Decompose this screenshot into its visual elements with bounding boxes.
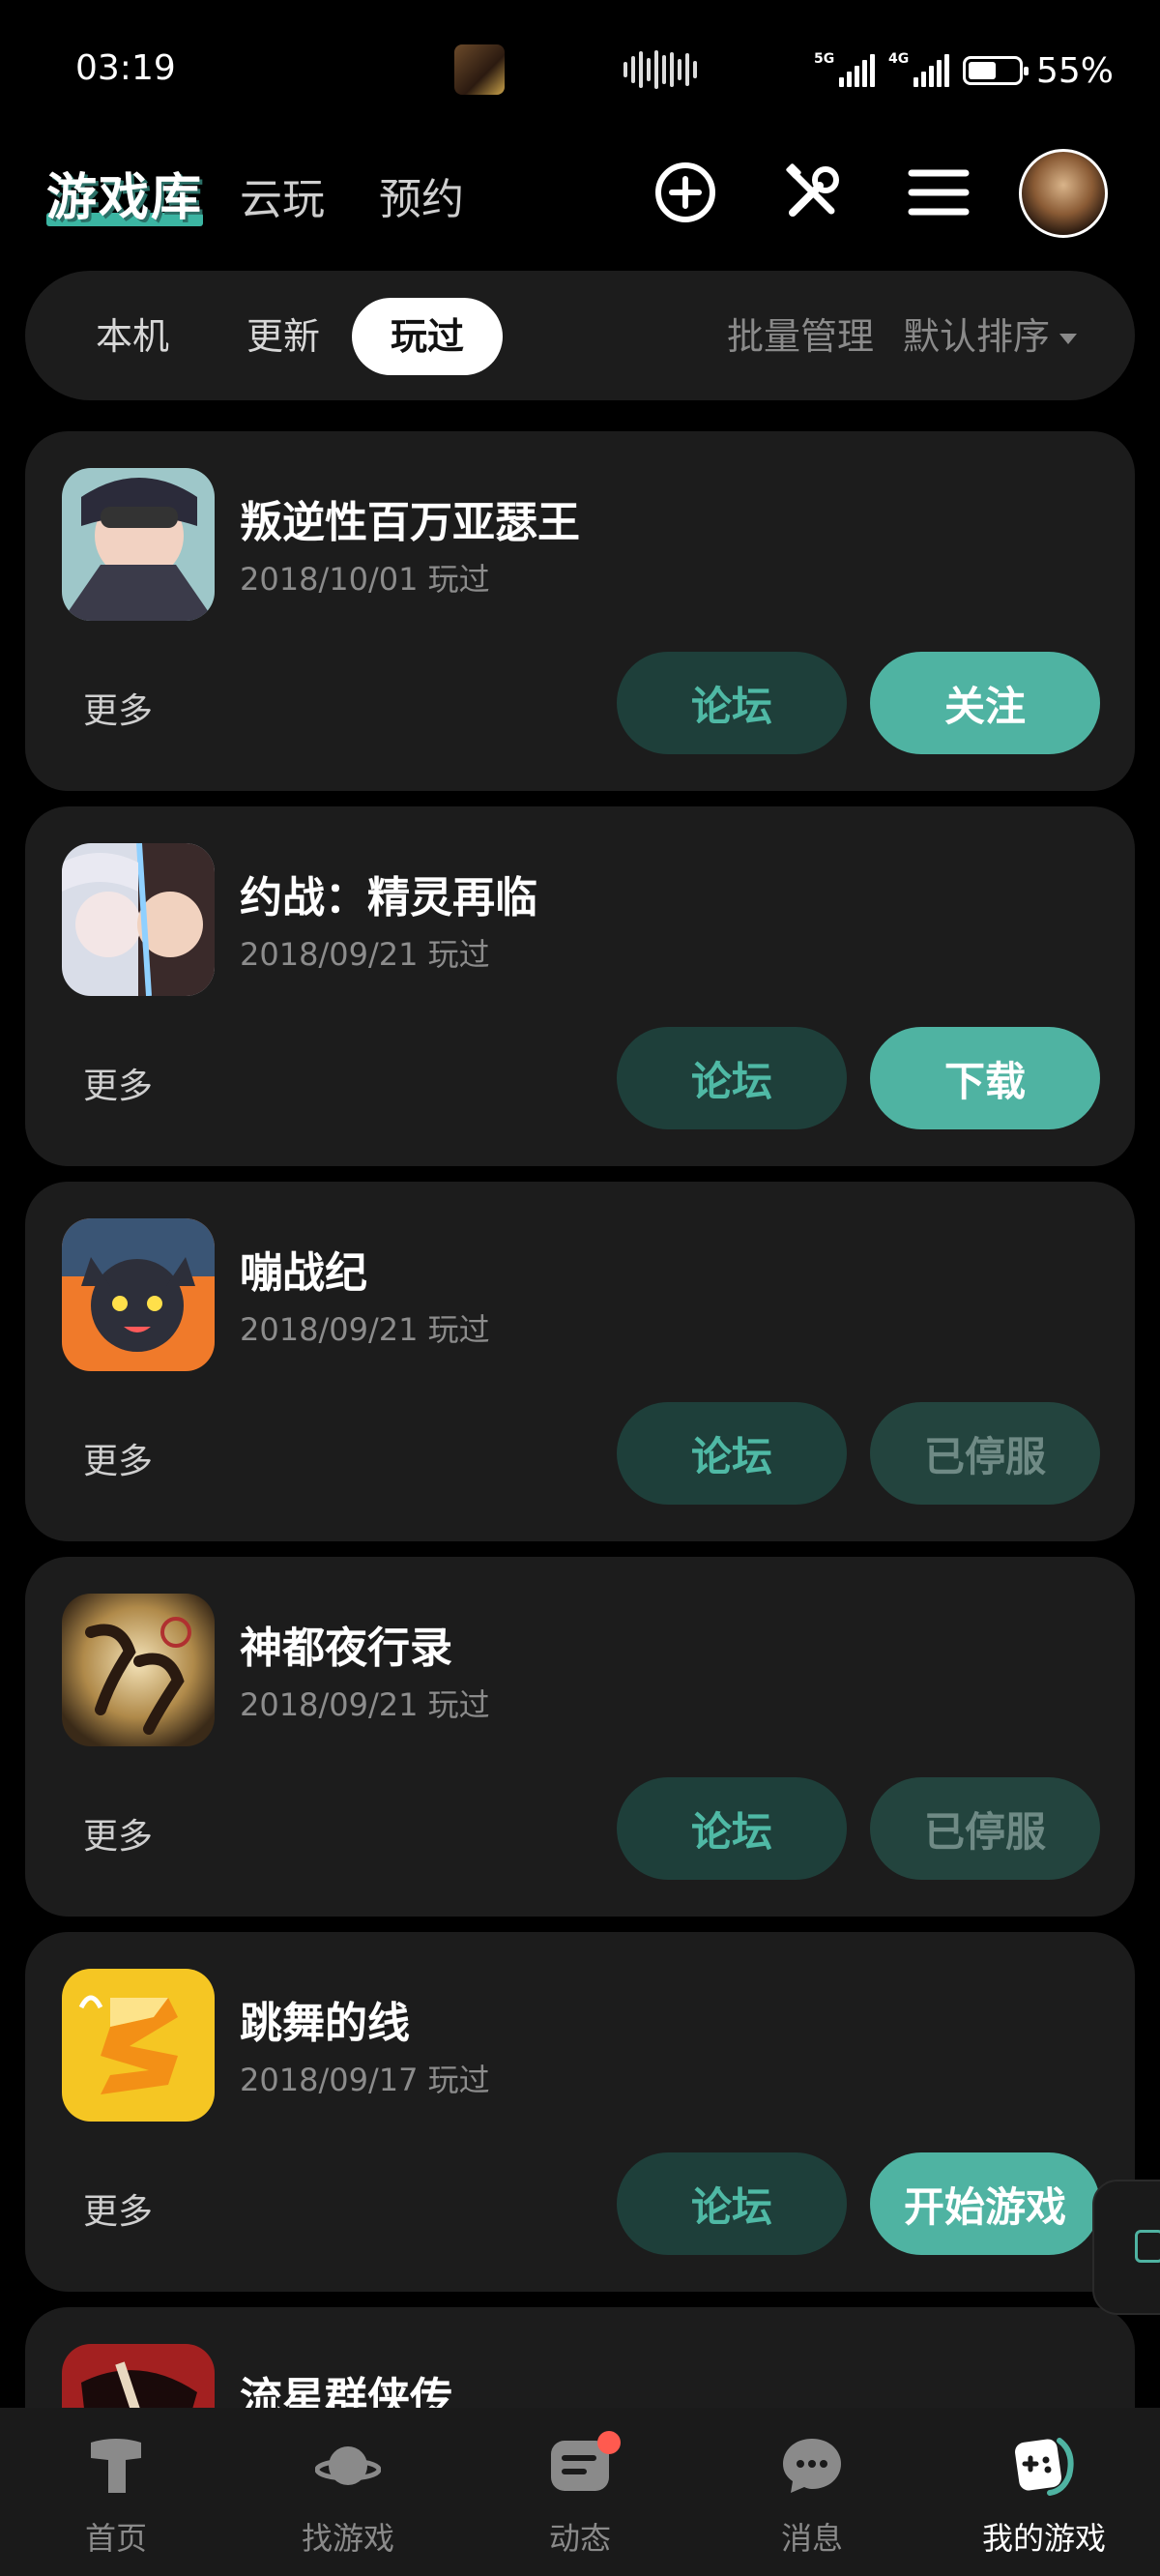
tab-cloud-play[interactable]: 云玩 <box>240 164 325 226</box>
battery-icon <box>963 56 1029 85</box>
more-button[interactable]: 更多 <box>83 1433 153 1483</box>
more-button[interactable]: 更多 <box>83 1058 153 1108</box>
filter-tab-local[interactable]: 本机 <box>79 298 186 375</box>
game-played-date: 2018/09/21 玩过 <box>240 1311 490 1348</box>
game-name: 嘣战纪 <box>240 1248 367 1298</box>
game-icon-dancing-line[interactable] <box>62 1969 215 2122</box>
game-played-date: 2018/09/21 玩过 <box>240 936 490 973</box>
forum-button[interactable]: 论坛 <box>617 652 847 754</box>
service-stopped-button: 已停服 <box>870 1402 1100 1505</box>
nav-label: 消息 <box>780 2520 843 2557</box>
game-played-date: 2018/10/01 玩过 <box>240 561 490 598</box>
more-button[interactable]: 更多 <box>83 2183 153 2234</box>
tab-reserve[interactable]: 预约 <box>379 164 464 226</box>
chat-icon <box>783 2439 841 2493</box>
game-card[interactable]: 叛逆性百万亚瑟王 2018/10/01 玩过 更多 论坛 关注 <box>25 431 1135 791</box>
forum-button[interactable]: 论坛 <box>617 1777 847 1880</box>
logo-game-library[interactable]: 游戏库 <box>46 157 203 229</box>
floating-download-tab[interactable] <box>1092 2180 1160 2315</box>
game-icon-shendu[interactable] <box>62 1594 215 1746</box>
forum-button[interactable]: 论坛 <box>617 1027 847 1129</box>
nav-label: 找游戏 <box>301 2520 394 2557</box>
notification-app-icon <box>454 44 505 95</box>
game-name: 神都夜行录 <box>240 1624 452 1673</box>
game-icon-arthur[interactable] <box>62 468 215 621</box>
gamepad-icon <box>1015 2438 1074 2496</box>
forum-button[interactable]: 论坛 <box>617 2152 847 2255</box>
game-played-date: 2018/09/17 玩过 <box>240 2062 490 2098</box>
game-played-date: 2018/09/21 玩过 <box>240 1686 490 1723</box>
download-button[interactable]: 下载 <box>870 1027 1100 1129</box>
nav-item-find-games[interactable]: 找游戏 <box>232 2408 464 2576</box>
more-button[interactable]: 更多 <box>83 1808 153 1859</box>
game-name: 叛逆性百万亚瑟王 <box>240 498 580 547</box>
network-4g-label: 4G <box>888 51 910 67</box>
add-circle-icon[interactable] <box>650 157 721 228</box>
forum-button[interactable]: 论坛 <box>617 1402 847 1505</box>
signal-5g-icon: 5G <box>814 51 875 87</box>
nav-label: 首页 <box>84 2520 147 2557</box>
game-card[interactable]: 约战：精灵再临 2018/09/21 玩过 更多 论坛 下载 <box>25 806 1135 1166</box>
sort-dropdown[interactable]: 默认排序 <box>903 298 1078 375</box>
nav-item-messages[interactable]: 消息 <box>696 2408 928 2576</box>
status-time: 03:19 <box>75 48 176 88</box>
planet-icon <box>315 2446 381 2485</box>
game-card[interactable]: 神都夜行录 2018/09/21 玩过 更多 论坛 已停服 <box>25 1557 1135 1917</box>
filter-tab-played[interactable]: 玩过 <box>352 298 503 375</box>
game-icon-date-a-live[interactable] <box>62 843 215 996</box>
filter-bar: 本机 更新 玩过 批量管理 默认排序 <box>25 271 1135 400</box>
notification-badge <box>597 2431 621 2454</box>
game-card[interactable]: 嘣战纪 2018/09/21 玩过 更多 论坛 已停服 <box>25 1182 1135 1541</box>
game-name: 约战：精灵再临 <box>240 873 537 922</box>
top-header: 游戏库 云玩 预约 <box>0 145 1160 242</box>
tools-icon[interactable] <box>777 157 849 228</box>
home-icon <box>91 2439 141 2493</box>
nav-label: 我的游戏 <box>981 2520 1106 2557</box>
battery-percent: 55% <box>1036 50 1115 91</box>
batch-manage-button[interactable]: 批量管理 <box>727 298 874 375</box>
nav-item-my-games[interactable]: 我的游戏 <box>928 2408 1160 2576</box>
menu-icon[interactable] <box>903 157 974 228</box>
sort-label: 默认排序 <box>903 315 1051 358</box>
filter-tab-update[interactable]: 更新 <box>230 298 336 375</box>
network-5g-label: 5G <box>814 51 835 67</box>
audio-wave-icon <box>624 48 701 91</box>
game-name: 跳舞的线 <box>240 1999 410 2048</box>
bottom-nav: 首页 找游戏 动态 消息 我的游戏 <box>0 2408 1160 2576</box>
more-button[interactable]: 更多 <box>83 683 153 733</box>
nav-item-feed[interactable]: 动态 <box>464 2408 696 2576</box>
start-game-button[interactable]: 开始游戏 <box>870 2152 1100 2255</box>
avatar[interactable] <box>1019 149 1108 238</box>
nav-item-home[interactable]: 首页 <box>0 2408 232 2576</box>
game-card[interactable]: 跳舞的线 2018/09/17 玩过 更多 论坛 开始游戏 <box>25 1932 1135 2292</box>
download-icon <box>1135 2230 1160 2263</box>
service-stopped-button: 已停服 <box>870 1777 1100 1880</box>
caret-down-icon <box>1059 334 1078 344</box>
signal-4g-icon: 4G <box>888 51 949 87</box>
nav-label: 动态 <box>548 2520 611 2557</box>
game-icon-bengzhanji[interactable] <box>62 1218 215 1371</box>
follow-button[interactable]: 关注 <box>870 652 1100 754</box>
status-bar: 03:19 5G 4G 55% <box>0 0 1160 135</box>
